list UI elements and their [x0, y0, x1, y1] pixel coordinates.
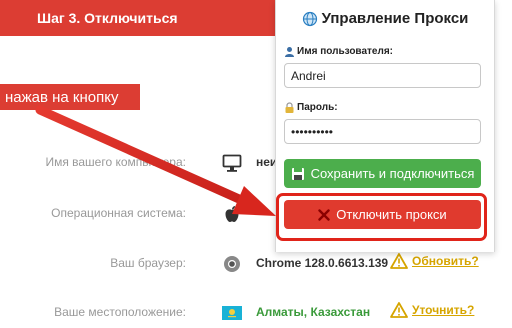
location-value: Алматы, Казахстан [256, 305, 371, 319]
globe-icon [302, 11, 317, 26]
location-label: Ваше местоположение: [54, 305, 186, 319]
save-connect-label: Сохранить и подключиться [310, 166, 475, 181]
clarify-location-text: Уточнить? [412, 303, 475, 317]
disconnect-proxy-label: Отключить прокси [336, 207, 447, 222]
info-row-location: Ваше местоположение: Алматы, Казахстан У… [0, 300, 512, 326]
hint-label: нажав на кнопку [0, 84, 140, 110]
username-label-text: Имя пользователя: [297, 46, 393, 57]
password-label: Пароль: [284, 102, 338, 113]
close-icon [318, 208, 330, 221]
save-connect-button[interactable]: Сохранить и подключиться [284, 159, 481, 188]
monitor-icon [222, 153, 242, 173]
os-label: Операционная система: [51, 206, 186, 220]
apple-icon [222, 204, 242, 224]
warning-icon [390, 302, 408, 318]
user-icon [285, 47, 294, 57]
password-label-text: Пароль: [297, 102, 338, 113]
floppy-icon [291, 167, 304, 180]
kazakhstan-flag-icon [222, 303, 242, 323]
info-row-browser: Ваш браузер: Chrome 128.0.6613.139 Обнов… [0, 251, 512, 277]
browser-value: Chrome 128.0.6613.139 [256, 256, 389, 270]
step-title: Шаг 3. Отключиться [37, 10, 178, 26]
browser-label: Ваш браузер: [110, 256, 186, 270]
popup-title: Управление Прокси [321, 10, 469, 27]
password-input[interactable] [284, 119, 481, 144]
update-browser-text: Обновить? [412, 254, 479, 268]
proxy-popup: Управление Прокси Имя пользователя: Паро… [275, 0, 495, 252]
update-browser-link[interactable]: Обновить? [390, 253, 479, 269]
disconnect-proxy-button[interactable]: Отключить прокси [284, 200, 481, 229]
computer-name-label: Имя вашего компьютера: [45, 155, 186, 169]
lock-icon [285, 102, 294, 113]
clarify-location-link[interactable]: Уточнить? [390, 302, 474, 318]
chrome-icon [222, 254, 242, 274]
step-banner: Шаг 3. Отключиться [0, 0, 275, 36]
warning-icon [390, 253, 408, 269]
username-input[interactable] [284, 63, 481, 88]
popup-header: Управление Прокси [276, 10, 494, 27]
username-label: Имя пользователя: [284, 46, 393, 57]
hint-text: нажав на кнопку [5, 88, 119, 106]
